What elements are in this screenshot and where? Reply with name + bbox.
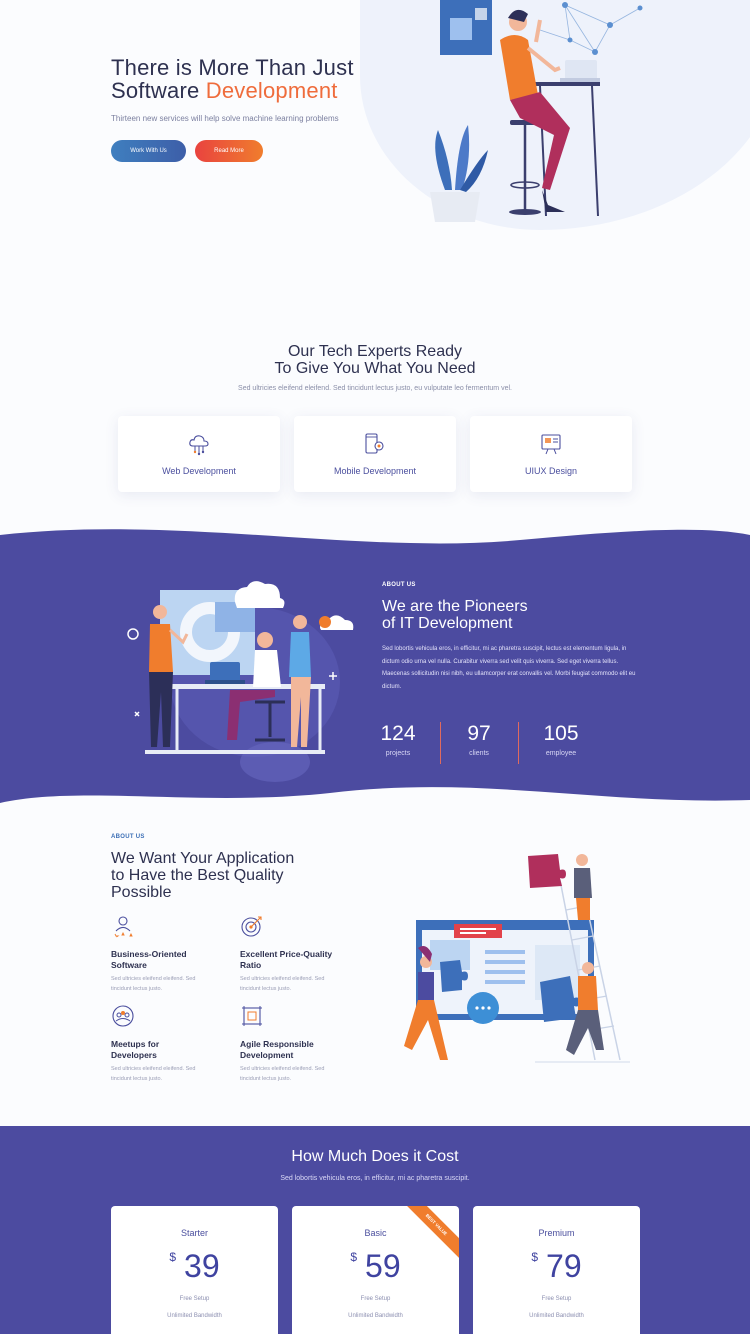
service-card-uiux[interactable]: UIUX Design — [470, 416, 632, 492]
pricing-card-basic[interactable]: BEST VALUE Basic $59 Free Setup Unlimite… — [292, 1206, 459, 1334]
feature-desc-line: tincidunt lectus justo. — [111, 986, 163, 992]
price-amount: 39 — [184, 1248, 220, 1284]
service-card-mobile[interactable]: Mobile Development — [294, 416, 456, 492]
cloud-network-icon — [189, 435, 209, 456]
feature-desc: Sed ultricies eleifend eleifend. Sed tinc… — [111, 974, 231, 994]
feature-desc-line: Sed ultricies eleifend eleifend. Sed — [111, 976, 196, 982]
plan-feature: Free Setup — [360, 1296, 391, 1302]
stat-divider — [518, 722, 519, 764]
about-title: We are the Pioneers of IT Development — [382, 598, 642, 632]
feature-desc: Sed ultricies eleifend eleifend. Sed tinc… — [240, 1064, 360, 1084]
people-circle-icon — [112, 1005, 134, 1027]
price-amount: 79 — [546, 1248, 582, 1284]
features-title-line2: to Have the Best Quality — [111, 867, 284, 884]
hero-title-accent: Development — [205, 78, 338, 103]
feature-agile: Agile Responsible Development Sed ultrici… — [240, 1004, 360, 1084]
feature-desc-line: Sed ultricies eleifend eleifend. Sed — [111, 1066, 196, 1072]
service-card-web[interactable]: Web Development — [118, 416, 280, 492]
feature-title-line: Development — [240, 1049, 294, 1060]
plan-feature: Unlimited Bandwidth — [167, 1313, 222, 1319]
stat-value: 97 — [467, 722, 491, 745]
feature-desc-line: Sed ultricies eleifend eleifend. Sed — [240, 1066, 325, 1072]
read-more-button[interactable]: Read More — [195, 140, 263, 162]
stat-value: 105 — [543, 722, 579, 745]
about-title-line1: We are the Pioneers — [382, 598, 528, 615]
pricing-subtitle: Sed lobortis vehicula eros, in efficitur… — [280, 1175, 470, 1182]
features-title: We Want Your Application to Have the Bes… — [111, 850, 351, 901]
pricing-card-premium[interactable]: Premium $79 Free Setup Unlimited Bandwid… — [473, 1206, 640, 1334]
stat-clients: 97 clients — [439, 722, 519, 757]
stat-employee: 105 employee — [521, 722, 601, 757]
plan-price: $79 — [473, 1248, 640, 1285]
feature-title-line: Business-Oriented — [111, 949, 187, 959]
plan-feature: Unlimited Bandwidth — [348, 1313, 403, 1319]
stat-value: 124 — [380, 722, 416, 745]
features-title-line1: We Want Your Application — [111, 850, 295, 867]
features-title-line3: Possible — [111, 884, 172, 901]
about-title-line2: of IT Development — [382, 615, 513, 632]
services-title: Our Tech Experts Ready To Give You What … — [0, 343, 750, 377]
stat-label: projects — [385, 750, 411, 757]
service-card-label: Mobile Development — [333, 466, 417, 476]
feature-desc-line: tincidunt lectus justo. — [240, 986, 292, 992]
about-text: Sed lobortis vehicula eros, in efficitur… — [382, 646, 636, 690]
feature-title: Business-Oriented Software — [111, 949, 231, 970]
target-icon — [241, 916, 262, 937]
feature-desc-line: Sed ultricies eleifend eleifend. Sed — [240, 976, 325, 982]
hero-title-line1: There is More Than Just — [111, 55, 354, 80]
design-board-icon — [541, 434, 561, 455]
hero-title: There is More Than Just Software Develop… — [111, 56, 411, 102]
hero-title-line2: Software Development — [111, 79, 411, 102]
feature-title: Agile Responsible Development — [240, 1039, 360, 1060]
plan-feature: Free Setup — [179, 1296, 210, 1302]
work-with-us-button[interactable]: Work With Us — [111, 140, 186, 162]
feature-title-line: Ratio — [240, 959, 262, 970]
plan-name: Starter — [180, 1228, 208, 1238]
pricing-title: How Much Does it Cost — [291, 1148, 459, 1165]
currency-symbol: $ — [350, 1250, 358, 1264]
feature-title-line: Software — [111, 959, 147, 970]
features-puzzle-illustration — [404, 854, 630, 1063]
feature-title: Excellent Price-Quality Ratio — [240, 949, 360, 970]
feature-desc-line: tincidunt lectus justo. — [111, 1076, 163, 1082]
plan-name: Premium — [538, 1228, 575, 1238]
plan-feature: Unlimited Bandwidth — [529, 1313, 584, 1319]
user-stars-icon — [114, 916, 133, 938]
plan-name: Basic — [364, 1228, 387, 1238]
currency-symbol: $ — [531, 1250, 539, 1264]
feature-price-quality: Excellent Price-Quality Ratio Sed ultrici… — [240, 914, 360, 994]
feature-meetups: Meetups for Developers Sed ultricies elei… — [111, 1004, 231, 1084]
feature-desc-line: tincidunt lectus justo. — [240, 1076, 292, 1082]
feature-desc: Sed ultricies eleifend eleifend. Sed tinc… — [240, 974, 360, 994]
services-title-line1: Our Tech Experts Ready — [287, 343, 462, 360]
feature-business-oriented: Business-Oriented Software Sed ultricies … — [111, 914, 231, 994]
stat-label: clients — [469, 750, 489, 757]
hero-illustration — [430, 0, 643, 222]
about-team-illustration — [127, 581, 354, 782]
mobile-gear-icon — [365, 433, 384, 454]
about-label: ABOUT US — [382, 582, 416, 588]
feature-title: Meetups for Developers — [111, 1039, 231, 1060]
service-card-label: UIUX Design — [524, 466, 578, 476]
hero-title-plain: Software — [111, 78, 206, 103]
stat-projects: 124 projects — [358, 722, 438, 757]
frame-icon — [242, 1006, 262, 1026]
plan-price: $39 — [111, 1248, 278, 1285]
feature-title-line: Meetups for — [111, 1039, 160, 1049]
feature-title-line: Excellent Price-Quality — [240, 949, 333, 959]
services-subtitle: Sed ultricies eleifend eleifend. Sed tin… — [238, 385, 512, 392]
features-label: ABOUT US — [111, 834, 145, 840]
services-title-line2: To Give You What You Need — [274, 360, 476, 377]
currency-symbol: $ — [169, 1250, 177, 1264]
service-card-label: Web Development — [162, 466, 236, 476]
stat-label: employee — [545, 750, 577, 757]
plan-feature: Free Setup — [541, 1296, 572, 1302]
hero-subtitle: Thirteen new services will help solve ma… — [111, 114, 339, 123]
feature-title-line: Agile Responsible — [240, 1039, 314, 1049]
pricing-card-starter[interactable]: Starter $39 Free Setup Unlimited Bandwid… — [111, 1206, 278, 1334]
price-amount: 59 — [365, 1248, 401, 1284]
feature-desc: Sed ultricies eleifend eleifend. Sed tinc… — [111, 1064, 231, 1084]
feature-title-line: Developers — [111, 1049, 157, 1060]
plan-price: $59 — [292, 1248, 459, 1285]
